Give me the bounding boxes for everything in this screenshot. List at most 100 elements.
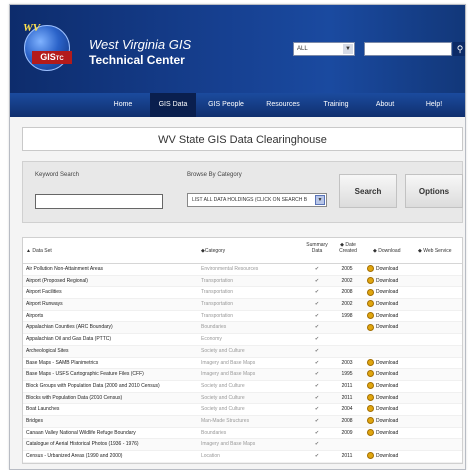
dataset-name[interactable]: Blocks with Population Data (2010 Census… — [26, 393, 196, 405]
download-label: Download — [376, 394, 399, 401]
summary-check[interactable]: ✔ — [304, 276, 330, 288]
date-created: 2008 — [341, 289, 353, 296]
summary-check[interactable]: ✔ — [304, 404, 330, 416]
table-row[interactable]: Airports Transportation ✔ 1998 Download — [23, 311, 462, 323]
col-category[interactable]: ◆Category — [201, 248, 225, 254]
dataset-category: Man-Made Structures — [201, 417, 250, 424]
table-row[interactable]: Boat Launches Society and Culture ✔ 2004 Dow… — [23, 404, 462, 416]
table-row[interactable]: Base Maps - SAMB Planimetrics Imagery and… — [23, 358, 462, 370]
date-created: 2004 — [341, 406, 353, 413]
download-link[interactable]: Download — [367, 416, 427, 428]
download-icon — [367, 288, 374, 296]
summary-check[interactable]: ✔ — [304, 299, 330, 311]
download-link[interactable]: Download — [367, 393, 427, 405]
download-icon — [367, 393, 374, 401]
dataset-name[interactable]: Bridges — [26, 416, 196, 428]
logo-gis-text: GISTC — [32, 51, 72, 64]
nav-gis-people[interactable]: GIS People — [200, 93, 252, 117]
download-link[interactable]: Download — [367, 381, 427, 393]
site-search-input[interactable] — [364, 42, 452, 56]
summary-check[interactable]: ✔ — [304, 334, 330, 346]
col-summary[interactable]: Summary Data — [301, 242, 333, 254]
dataset-category: Transportation — [201, 301, 234, 308]
summary-check[interactable]: ✔ — [304, 428, 330, 440]
summary-check[interactable]: ✔ — [304, 439, 330, 451]
table-row[interactable]: Blocks with Population Data (2010 Census… — [23, 392, 462, 405]
col-web-service[interactable]: ◆ Web Service — [418, 248, 452, 254]
category-select[interactable]: LIST ALL DATA HOLDINGS (CLICK ON SEARCH … — [187, 193, 327, 207]
table-row[interactable]: Airport Facilities Transportation ✔ 2008 Dow… — [23, 287, 462, 300]
dataset-name[interactable]: Air Pollution Non-Attainment Areas — [26, 264, 196, 276]
search-button[interactable]: Search — [339, 174, 397, 208]
summary-check[interactable]: ✔ — [304, 287, 330, 299]
nav-resources[interactable]: Resources — [258, 93, 308, 117]
dataset-name[interactable]: Base Maps - SAMB Planimetrics — [26, 358, 196, 370]
search-scope-select[interactable]: ALL ▼ — [293, 42, 355, 56]
summary-check[interactable]: ✔ — [304, 311, 330, 323]
table-row[interactable]: Canaan Valley National Wildlife Refuge B… — [23, 428, 462, 440]
summary-check[interactable]: ✔ — [304, 393, 330, 405]
summary-check[interactable]: ✔ — [304, 451, 330, 463]
download-link[interactable]: Download — [367, 276, 427, 288]
summary-check[interactable]: ✔ — [304, 264, 330, 276]
summary-check[interactable]: ✔ — [304, 369, 330, 381]
summary-check[interactable]: ✔ — [304, 381, 330, 393]
table-row[interactable]: Appalachian Counties (ARC Boundary) Bound… — [23, 322, 462, 335]
dataset-name[interactable]: Catalogue of Aerial Historical Photos (1… — [26, 439, 196, 451]
nav-gis-data[interactable]: GIS Data — [150, 93, 196, 117]
summary-check[interactable]: ✔ — [304, 322, 330, 334]
dataset-name[interactable]: Block Groups with Population Data (2000 … — [26, 381, 196, 393]
table-row[interactable]: Census - Urbanized Areas (1990 and 2000)… — [23, 451, 462, 463]
dataset-name[interactable]: Canaan Valley National Wildlife Refuge B… — [26, 428, 196, 440]
date-created: 2008 — [341, 417, 353, 424]
table-row[interactable]: Archeological Sites Society and Culture ✔ — [23, 345, 462, 358]
download-link[interactable]: Download — [367, 369, 427, 381]
table-row[interactable]: Air Pollution Non-Attainment Areas Enviro… — [23, 264, 462, 276]
dataset-name[interactable]: Census - Urbanized Areas (1990 and 2000) — [26, 451, 196, 463]
download-link[interactable]: Download — [367, 299, 427, 311]
col-download[interactable]: ◆ Download — [373, 248, 400, 254]
dataset-name[interactable]: Airport (Proposed Regional) — [26, 276, 196, 288]
options-button[interactable]: Options — [405, 174, 463, 208]
dataset-name[interactable]: Airport Facilities — [26, 287, 196, 299]
nav-training[interactable]: Training — [315, 93, 357, 117]
summary-check[interactable]: ✔ — [304, 358, 330, 370]
summary-check[interactable]: ✔ — [304, 346, 330, 358]
nav-home[interactable]: Home — [103, 93, 143, 117]
table-row[interactable]: Bridges Man-Made Structures ✔ 2008 Download — [23, 415, 462, 428]
download-label: Download — [376, 324, 399, 331]
download-label: Download — [376, 371, 399, 378]
dataset-name[interactable]: Boat Launches — [26, 404, 196, 416]
col-data-set[interactable]: ▲ Data Set — [26, 248, 52, 254]
dataset-name[interactable]: Base Maps - USFS Cartographic Feature Fi… — [26, 369, 196, 381]
dataset-name[interactable]: Appalachian Oil and Gas Data (PTTC) — [26, 334, 196, 346]
download-link[interactable]: Download — [367, 264, 427, 276]
dataset-name[interactable]: Airports — [26, 311, 196, 323]
table-row[interactable]: Appalachian Oil and Gas Data (PTTC) Econo… — [23, 334, 462, 346]
nav-help[interactable]: Help! — [415, 93, 453, 117]
table-row[interactable]: Airport Runways Transportation ✔ 2002 Downlo… — [23, 299, 462, 311]
dataset-name[interactable]: Appalachian Counties (ARC Boundary) — [26, 322, 196, 334]
table-row[interactable]: Airport (Proposed Regional) Transportatio… — [23, 275, 462, 288]
dataset-name[interactable]: Airport Runways — [26, 299, 196, 311]
table-row[interactable]: Block Groups with Population Data (2000 … — [23, 381, 462, 393]
dataset-category: Society and Culture — [201, 394, 245, 401]
summary-check[interactable]: ✔ — [304, 416, 330, 428]
table-row[interactable]: Catalogue of Aerial Historical Photos (1… — [23, 439, 462, 451]
nav-about[interactable]: About — [365, 93, 405, 117]
magnifier-icon[interactable]: ⚲ — [453, 42, 465, 56]
table-row[interactable]: Base Maps - USFS Cartographic Feature Fi… — [23, 369, 462, 381]
wv-gistc-logo[interactable]: WV GISTC — [23, 22, 72, 71]
logo-wv-text: WV — [23, 22, 41, 34]
download-link[interactable]: Download — [367, 322, 427, 334]
download-link[interactable]: Download — [367, 428, 427, 440]
download-link[interactable]: Download — [367, 358, 427, 370]
keyword-input[interactable] — [35, 194, 163, 209]
download-link[interactable]: Download — [367, 287, 427, 299]
col-date[interactable]: ◆ Date Created — [335, 242, 361, 254]
download-link[interactable]: Download — [367, 404, 427, 416]
download-link[interactable]: Download — [367, 451, 427, 463]
dataset-name[interactable]: Archeological Sites — [26, 346, 196, 358]
download-link[interactable]: Download — [367, 311, 427, 323]
download-label: Download — [376, 301, 399, 308]
